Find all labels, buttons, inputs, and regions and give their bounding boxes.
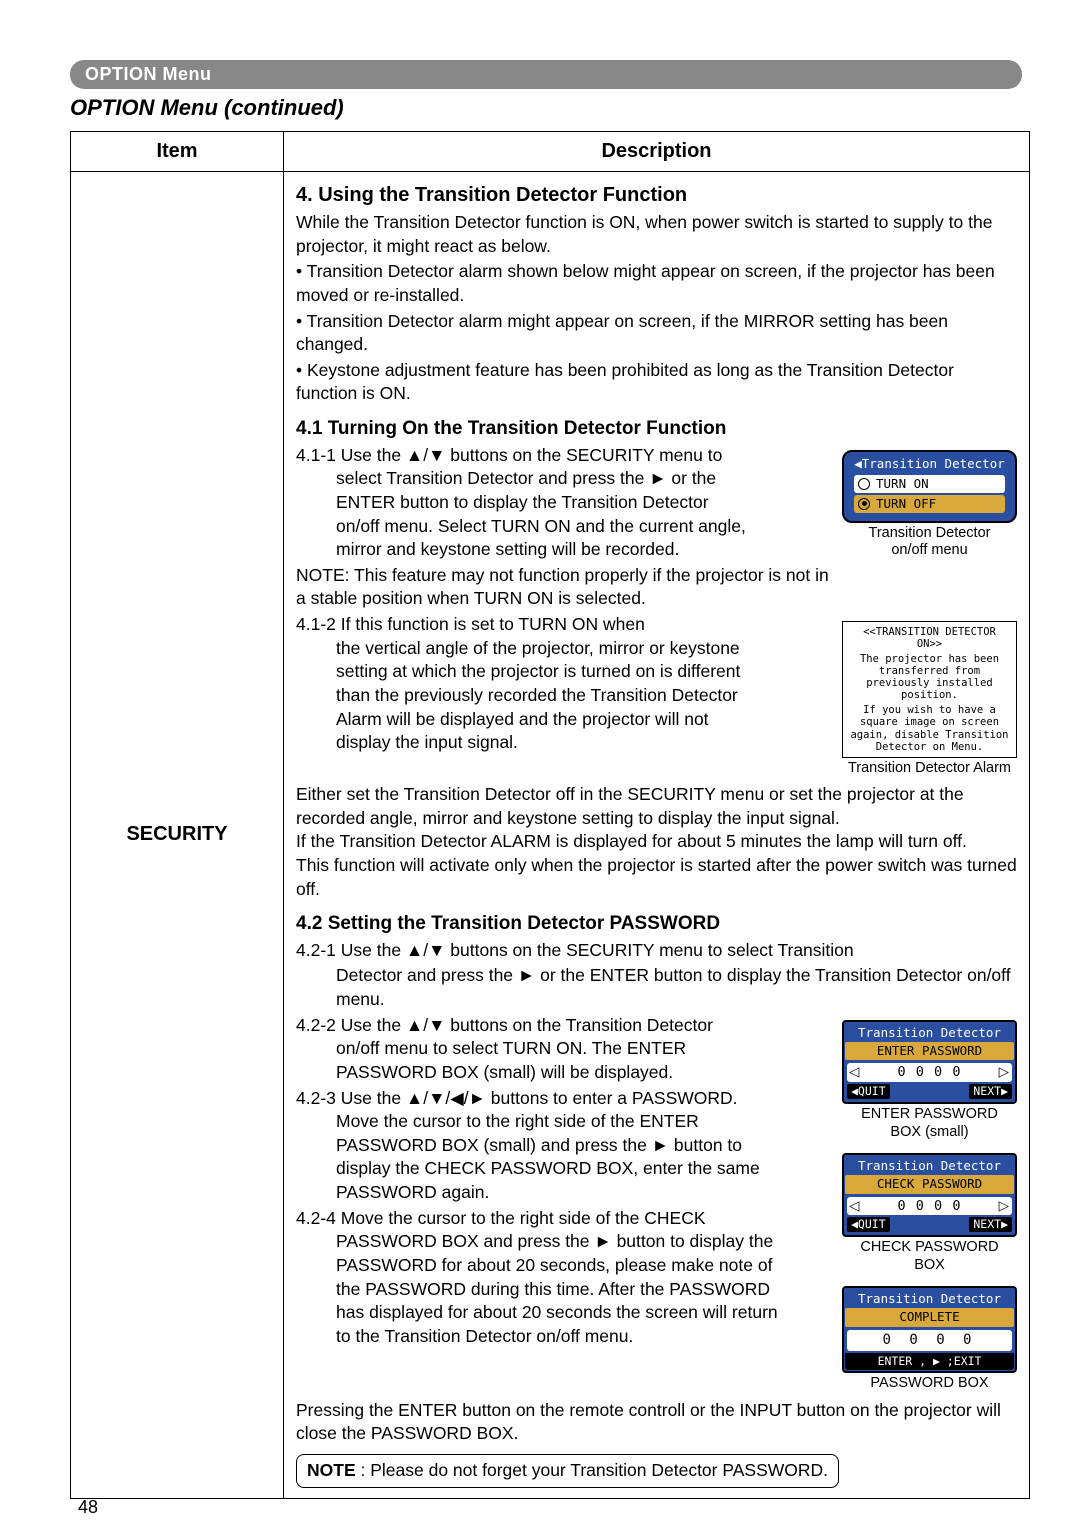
s411-lead: 4.1-1 Use the ▲/▼ buttons on the SECURIT… (296, 445, 722, 465)
s424-lead: 4.2-4 Move the cursor to the right side … (296, 1208, 706, 1228)
check-pw-next: NEXT▶ (969, 1217, 1012, 1233)
complete-brand: Transition Detector (847, 1291, 1012, 1308)
s421: 4.2-1 Use the ▲/▼ buttons on the SECURIT… (296, 939, 1017, 963)
complete-exit: ENTER , ▶ ;EXIT (845, 1353, 1014, 1371)
s412-body: the vertical angle of the projector, mir… (296, 637, 756, 755)
complete-title: COMPLETE (845, 1308, 1014, 1327)
header-tab: OPTION Menu (70, 60, 1022, 89)
radio-on-icon (858, 498, 870, 510)
enter-pw-next: NEXT▶ (969, 1084, 1012, 1100)
alarm-l1: <<TRANSITION DETECTOR ON>> (848, 626, 1011, 650)
tab-label: OPTION Menu (85, 64, 212, 84)
note-box: NOTE : Please do not forget your Transit… (296, 1454, 839, 1488)
sec4-b2: • Transition Detector alarm might appear… (296, 310, 1017, 357)
page-number: 48 (78, 1497, 98, 1518)
s411-note: NOTE: This feature may not function prop… (296, 564, 1017, 611)
complete-digits: 0 0 0 0 (847, 1330, 1012, 1351)
alarm-l2: The projector has been transferred from … (848, 653, 1011, 701)
sec4-b1: • Transition Detector alarm shown below … (296, 260, 1017, 307)
check-pw-caption: CHECK PASSWORD BOX (842, 1239, 1017, 1274)
check-pw-brand: Transition Detector (847, 1158, 1012, 1175)
enter-pw-brand: Transition Detector (847, 1025, 1012, 1042)
s421b: Detector and press the ► or the ENTER bu… (296, 964, 1017, 1011)
heading-41: 4.1 Turning On the Transition Detector F… (296, 416, 1017, 442)
s411-body: select Transition Detector and press the… (296, 467, 756, 562)
check-pw-digits: 0 0 0 0 (898, 1197, 962, 1215)
alarm-caption: Transition Detector Alarm (842, 760, 1017, 777)
s412-lead: 4.1-2 If this function is set to TURN ON… (296, 614, 645, 634)
heading-42: 4.2 Setting the Transition Detector PASS… (296, 911, 1017, 937)
note-text: : Please do not forget your Transition D… (356, 1460, 828, 1480)
sec4-p1: While the Transition Detector function i… (296, 211, 1017, 258)
page-title: OPTION Menu (continued) (70, 95, 1030, 121)
enter-pw-caption: ENTER PASSWORD BOX (small) (842, 1106, 1017, 1141)
s42-after: Pressing the ENTER button on the remote … (296, 1399, 1017, 1446)
item-label: SECURITY (71, 172, 284, 1499)
osd-turn-off: TURN OFF (876, 496, 936, 512)
figure-enter-password: Transition Detector ENTER PASSWORD ◁0 0 … (842, 1020, 1017, 1141)
s423-lead: 4.2-3 Use the ▲/▼/◀/► buttons to enter a… (296, 1088, 738, 1108)
heading-4: 4. Using the Transition Detector Functio… (296, 182, 1017, 209)
figure-password-complete: Transition Detector COMPLETE 0 0 0 0 ENT… (842, 1286, 1017, 1393)
sec4-b3: • Keystone adjustment feature has been p… (296, 359, 1017, 406)
s422-body: on/off menu to select TURN ON. The ENTER… (296, 1037, 756, 1084)
col-item-header: Item (71, 132, 284, 172)
enter-pw-title: ENTER PASSWORD (845, 1042, 1014, 1061)
figure-alarm: <<TRANSITION DETECTOR ON>> The projector… (842, 621, 1017, 777)
s423-body: Move the cursor to the right side of the… (296, 1110, 786, 1205)
osd-turn-on: TURN ON (876, 476, 929, 492)
alarm-l3: If you wish to have a square image on sc… (848, 704, 1011, 752)
col-desc-header: Description (284, 132, 1030, 172)
onoff-caption: Transition Detector on/off menu (842, 525, 1017, 560)
description-cell: 4. Using the Transition Detector Functio… (284, 172, 1030, 1499)
enter-pw-digits: 0 0 0 0 (898, 1063, 962, 1081)
content-table: Item Description SECURITY 4. Using the T… (70, 131, 1030, 1499)
enter-pw-quit: ◀QUIT (847, 1084, 890, 1100)
check-pw-title: CHECK PASSWORD (845, 1175, 1014, 1194)
complete-caption: PASSWORD BOX (842, 1375, 1017, 1392)
figure-onoff-menu: ◀Transition Detector TURN ON TURN OFF Tr… (842, 450, 1017, 560)
osd-onoff-title: ◀Transition Detector (850, 456, 1009, 472)
s422-lead: 4.2-2 Use the ▲/▼ buttons on the Transit… (296, 1015, 713, 1035)
note-label: NOTE (307, 1460, 356, 1480)
radio-off-icon (858, 478, 870, 490)
check-pw-quit: ◀QUIT (847, 1217, 890, 1233)
s41-after: Either set the Transition Detector off i… (296, 783, 1017, 901)
s424-body: PASSWORD BOX and press the ► button to d… (296, 1230, 786, 1348)
figure-check-password: Transition Detector CHECK PASSWORD ◁0 0 … (842, 1153, 1017, 1274)
